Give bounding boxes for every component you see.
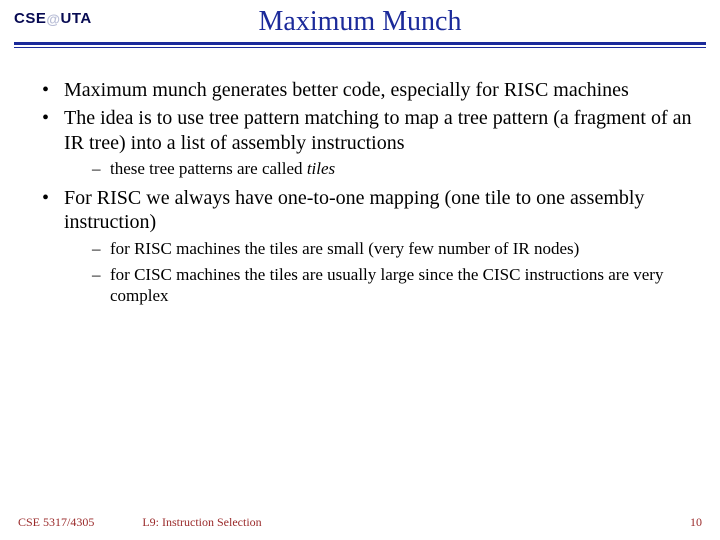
logo: CSE@UTA <box>14 10 92 27</box>
bullet-list: Maximum munch generates better code, esp… <box>22 78 698 307</box>
sub-item: for CISC machines the tiles are usually … <box>92 265 698 306</box>
title-divider <box>14 42 706 48</box>
sub-text: for RISC machines the tiles are small (v… <box>110 239 579 258</box>
footer-page: 10 <box>262 515 702 530</box>
slide-content: Maximum munch generates better code, esp… <box>0 60 720 307</box>
slide-footer: CSE 5317/4305 L9: Instruction Selection … <box>0 515 720 530</box>
sub-text: for CISC machines the tiles are usually … <box>110 265 663 305</box>
sub-item: these tree patterns are called tiles <box>92 159 698 180</box>
footer-course: CSE 5317/4305 <box>18 515 94 530</box>
at-icon: @ <box>46 12 60 26</box>
sub-text-italic: tiles <box>307 159 335 178</box>
logo-right: UTA <box>61 10 92 27</box>
bullet-item: The idea is to use tree pattern matching… <box>42 106 698 180</box>
bullet-text: The idea is to use tree pattern matching… <box>64 107 692 153</box>
sub-list: for RISC machines the tiles are small (v… <box>64 239 698 307</box>
bullet-text: For RISC we always have one-to-one mappi… <box>64 187 644 233</box>
bullet-item: For RISC we always have one-to-one mappi… <box>42 186 698 307</box>
sub-list: these tree patterns are called tiles <box>64 159 698 180</box>
bullet-text: Maximum munch generates better code, esp… <box>64 79 629 101</box>
bullet-item: Maximum munch generates better code, esp… <box>42 78 698 102</box>
sub-text: these tree patterns are called <box>110 159 307 178</box>
slide-header: CSE@UTA Maximum Munch <box>0 0 720 60</box>
sub-item: for RISC machines the tiles are small (v… <box>92 239 698 260</box>
footer-lecture: L9: Instruction Selection <box>142 515 261 530</box>
logo-left: CSE <box>14 10 46 27</box>
slide-title: Maximum Munch <box>0 0 720 38</box>
